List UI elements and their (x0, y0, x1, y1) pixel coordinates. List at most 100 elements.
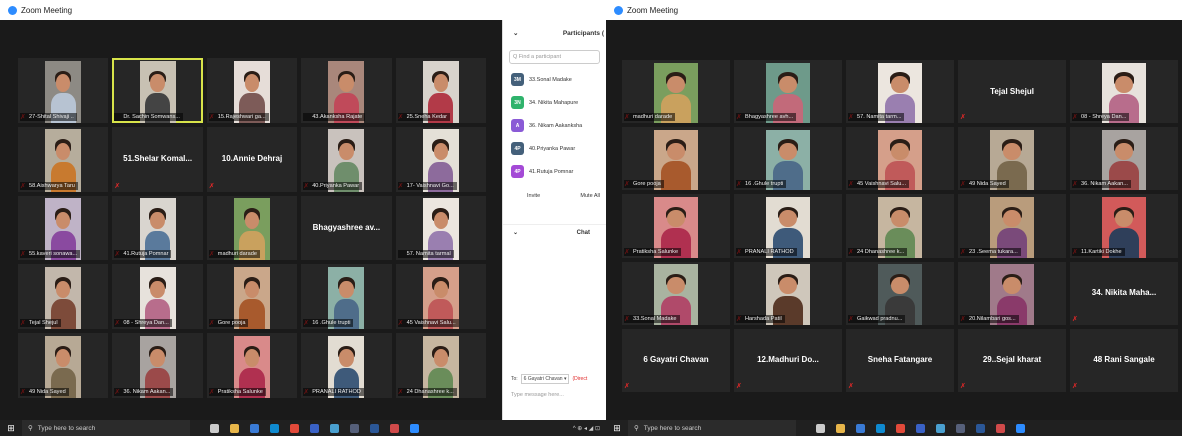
photos-icon[interactable] (996, 423, 1005, 433)
participant-list-item[interactable]: 3M 33.Sonal Madake (503, 68, 606, 91)
chrome-icon[interactable] (290, 423, 299, 433)
participant-tile[interactable]: ✗36. Nikam Aakan... (112, 333, 203, 398)
participant-tile[interactable]: 10.Annie Dehraj ✗ (206, 126, 298, 192)
participant-list: 3M 33.Sonal Madake 3N 34. Nikita Mahapure A 3… (503, 68, 606, 183)
collapse-chevron-icon[interactable]: ⌄ (513, 29, 518, 37)
head-shape (667, 210, 685, 228)
file-explorer-icon[interactable] (230, 423, 239, 433)
participant-list-item[interactable]: 4P 41.Rutuja Pomnar (503, 160, 606, 183)
muted-mic-icon: ✗ (624, 383, 630, 390)
chrome-icon[interactable] (896, 423, 905, 433)
participant-tile[interactable]: ✗27-Shital Shivaji .. (18, 58, 109, 123)
participant-tile[interactable]: ✗57. Namita tarm... (846, 60, 954, 124)
participant-tile[interactable]: Bhagyashree av... (301, 195, 392, 261)
participant-tile[interactable]: ✗23 .Seema tukara... (958, 194, 1066, 258)
participant-tile[interactable]: ✗Pratiksha Salunke (206, 333, 298, 398)
calculator-icon[interactable] (956, 423, 965, 433)
paint-icon[interactable] (330, 423, 339, 433)
paint-icon[interactable] (936, 423, 945, 433)
participant-tile[interactable]: ✗PRANALI RATHOD (301, 333, 392, 398)
mute-all-button[interactable]: Mute All (580, 193, 600, 199)
taskbar-search-input[interactable]: ⚲ Type here to search (628, 420, 796, 436)
system-tray[interactable]: ^ ⊕ ◂ ◢ ⊡ (573, 425, 606, 432)
participant-tile[interactable]: ✗Gore pooja (622, 127, 730, 191)
participant-name-label: 36. Nikam Aakan... (114, 388, 174, 396)
participant-tile[interactable]: ✗55.kaveri sonawa... (18, 195, 109, 261)
chat-message-input[interactable]: Type message here... (511, 392, 564, 398)
zoom-icon[interactable] (410, 423, 419, 433)
participant-tile[interactable]: ✗49 Nida Sayed (18, 333, 109, 398)
participant-tile[interactable]: ✗49 Nida Sayed (958, 127, 1066, 191)
participant-tile[interactable]: ✗33.Sonal Madake (622, 261, 730, 325)
participant-tile[interactable]: 51.Shelar Komal... ✗ (112, 126, 203, 192)
edge-icon[interactable] (876, 423, 885, 433)
participant-tile[interactable]: ✗Gore pooja (206, 264, 298, 330)
edge-icon[interactable] (270, 423, 279, 433)
participant-tile[interactable]: ✗Bhagyashree avh... (734, 60, 842, 124)
zoom-icon[interactable] (1016, 423, 1025, 433)
task-view-icon[interactable] (210, 423, 219, 433)
head-shape (150, 74, 165, 92)
participant-tile[interactable]: ✗16 .Ghule trupti (734, 127, 842, 191)
participant-tile[interactable]: ✗Gaikwad pradnu... (846, 261, 954, 325)
participant-tile[interactable]: 34. Nikita Maha... ✗ (1070, 261, 1178, 325)
participant-tile[interactable]: ✗15.Rajeshwari ga... (206, 58, 298, 123)
participant-tile[interactable]: ✗madhuri darade (622, 60, 730, 124)
firefox-icon[interactable] (310, 423, 319, 433)
participant-tile[interactable]: ✗41.Rutuja Pomnar (112, 195, 203, 261)
word-icon[interactable] (976, 423, 985, 433)
participant-tile[interactable]: ✗58.Aishwarya Taru (18, 126, 109, 192)
head-shape (1003, 210, 1021, 228)
window-titlebar: Zoom Meeting (606, 0, 1182, 20)
invite-button[interactable]: Invite (527, 193, 540, 199)
photos-icon[interactable] (390, 423, 399, 433)
task-view-icon[interactable] (816, 423, 825, 433)
firefox-icon[interactable] (916, 423, 925, 433)
file-explorer-icon[interactable] (836, 423, 845, 433)
participant-list-item[interactable]: A 36. Nikam Aakanksha (503, 114, 606, 137)
windows-start-icon[interactable]: ⊞ (0, 420, 22, 436)
participant-tile[interactable]: ✗Pratiksha Salunke (622, 194, 730, 258)
participant-tile[interactable]: ✗40.Priyanka Pawar (301, 126, 392, 192)
store-icon[interactable] (250, 423, 259, 433)
participant-tile[interactable]: ✗Tejal Shejul (18, 264, 109, 330)
participant-tile[interactable]: ✗45 Vaishnavi Salu... (846, 127, 954, 191)
participant-tile[interactable]: ✗25.Sneha Kedar (395, 58, 486, 123)
participant-tile[interactable]: ✗17- Vaishnavi Go... (395, 126, 486, 192)
participant-tile[interactable]: ✗20.Nilambari gos... (958, 261, 1066, 325)
calculator-icon[interactable] (350, 423, 359, 433)
participant-tile[interactable]: ✗08 - Shreya Dan... (1070, 60, 1178, 124)
participant-tile[interactable]: 6 Gayatri Chavan ✗ (622, 328, 730, 392)
recipient-dropdown[interactable]: 6 Gayatri Chavan ▾ (520, 374, 570, 384)
participant-tile[interactable]: ✗Harshada Patil (734, 261, 842, 325)
participant-tile[interactable]: Sneha Fatangare ✗ (846, 328, 954, 392)
head-shape (779, 143, 797, 161)
participant-tile[interactable]: Dr. Sachin Somwans... (112, 58, 203, 123)
participant-tile[interactable]: 12.Madhuri Do... ✗ (734, 328, 842, 392)
participant-tile[interactable]: ✗madhuri darade (206, 195, 298, 261)
participant-list-item[interactable]: 3N 34. Nikita Mahapure (503, 91, 606, 114)
participant-tile[interactable]: ✗PRANALI RATHOD (734, 194, 842, 258)
participant-name-label: 49 Nida Sayed (20, 388, 69, 396)
participant-tile[interactable]: ✗36. Nikam Aakan... (1070, 127, 1178, 191)
store-icon[interactable] (856, 423, 865, 433)
left-screenshot: Zoom Meeting ✗27-Shital Shivaji ..Dr. Sa… (0, 0, 606, 436)
taskbar-search-input[interactable]: ⚲ Type here to search (22, 420, 190, 436)
windows-start-icon[interactable]: ⊞ (606, 420, 628, 436)
participant-tile[interactable]: 57. Namita tarmal (395, 195, 486, 261)
participant-tile[interactable]: 29..Sejal kharat ✗ (958, 328, 1066, 392)
head-shape (891, 143, 909, 161)
chat-collapse-icon[interactable]: ⌄ (513, 229, 518, 236)
participant-tile[interactable]: Tejal Shejul ✗ (958, 60, 1066, 124)
participant-list-item[interactable]: 4P 40.Priyanka Pawar (503, 137, 606, 160)
word-icon[interactable] (370, 423, 379, 433)
participant-tile[interactable]: 48 Rani Sangale ✗ (1070, 328, 1178, 392)
participant-tile[interactable]: ✗24 Dhanashree k... (395, 333, 486, 398)
participant-tile[interactable]: 43.Akanksha Rajate (301, 58, 392, 123)
participant-search-input[interactable]: Q Find a participant (509, 50, 600, 64)
participant-tile[interactable]: ✗08 - Shreya Dan... (112, 264, 203, 330)
participant-tile[interactable]: ✗11.Kartiki Dokhe (1070, 194, 1178, 258)
participant-tile[interactable]: ✗16 .Ghule trupti (301, 264, 392, 330)
participant-tile[interactable]: ✗45 Vaishnavi Salu... (395, 264, 486, 330)
participant-tile[interactable]: ✗24 Dhanashree k... (846, 194, 954, 258)
